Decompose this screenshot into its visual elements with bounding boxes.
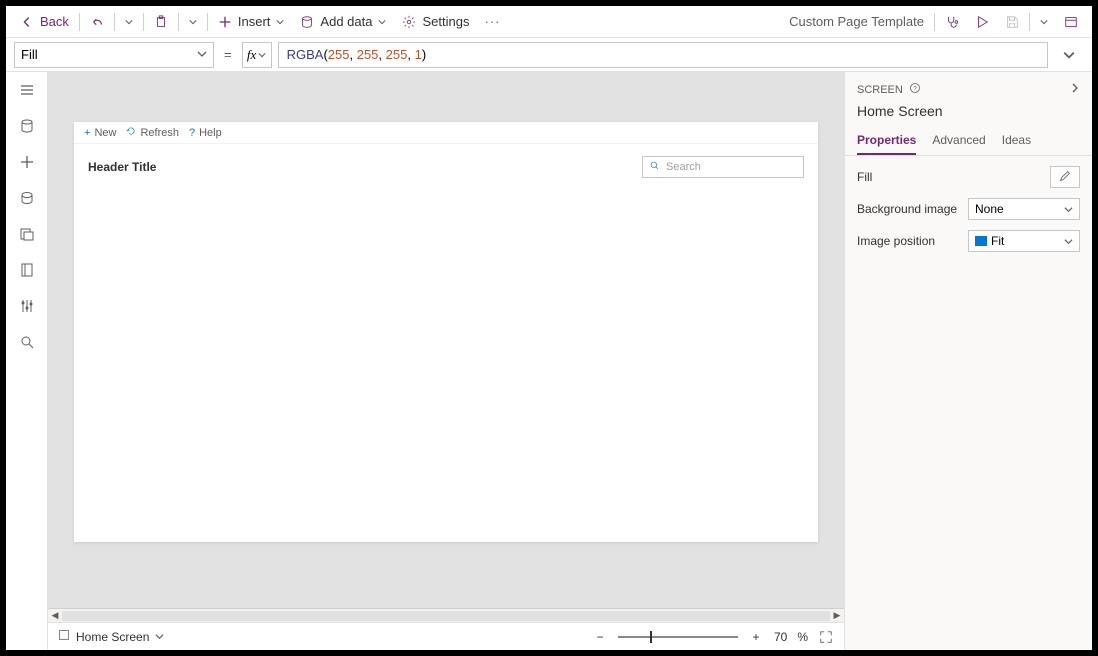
app-root: Back Insert [6, 6, 1092, 650]
panel-context: SCREEN [857, 84, 903, 96]
play-button[interactable] [967, 11, 997, 33]
command-bar: Back Insert [6, 6, 1092, 38]
svg-text:?: ? [913, 86, 917, 92]
zoom-value: 70 [774, 630, 787, 644]
nav-flows[interactable] [19, 226, 35, 242]
tab-ideas[interactable]: Ideas [1002, 127, 1031, 155]
paste-split[interactable] [181, 14, 205, 30]
save-split[interactable] [1032, 14, 1056, 30]
zoom-unit: % [797, 630, 808, 644]
prop-bgimage-label: Background image [857, 202, 957, 216]
undo-button[interactable] [82, 11, 112, 33]
help-icon[interactable]: ? [909, 82, 921, 97]
nav-search[interactable] [19, 334, 35, 350]
back-button[interactable]: Back [12, 10, 77, 33]
prop-bgimage-value: None [975, 202, 1004, 216]
property-picker-label: Fill [21, 47, 38, 62]
back-label: Back [40, 14, 69, 29]
search-placeholder: Search [666, 161, 701, 173]
fx-button[interactable]: fx [242, 42, 272, 68]
refresh-icon [126, 126, 136, 139]
save-button[interactable] [997, 11, 1027, 33]
fx-icon: fx [247, 47, 256, 63]
insert-button[interactable]: Insert [210, 10, 293, 33]
paste-button[interactable] [146, 11, 176, 33]
add-data-label: Add data [320, 14, 372, 29]
prop-imgpos-label: Image position [857, 234, 935, 248]
canvas-area: +New Refresh ?Help Header Title Search [48, 72, 844, 650]
canvas-new[interactable]: +New [84, 127, 116, 139]
canvas[interactable]: +New Refresh ?Help Header Title Search [74, 122, 818, 542]
panel-collapse[interactable] [1070, 83, 1080, 96]
tab-advanced[interactable]: Advanced [932, 127, 985, 155]
tab-properties[interactable]: Properties [857, 127, 916, 155]
prop-imgpos-select[interactable]: Fit [968, 230, 1080, 252]
stethoscope-icon [945, 15, 959, 29]
undo-icon [90, 15, 104, 29]
chevron-down-icon [378, 14, 386, 29]
header-title: Header Title [88, 160, 156, 174]
page-title: Custom Page Template [781, 14, 932, 29]
clipboard-icon [154, 15, 168, 29]
nav-data[interactable] [19, 118, 35, 134]
formula-fn: RGBA [287, 47, 324, 62]
status-bar: Home Screen − + 70 % [48, 622, 844, 650]
zoom-out-button[interactable]: − [592, 629, 608, 645]
nav-tools[interactable] [19, 298, 35, 314]
scroll-left-icon[interactable]: ◀ [48, 609, 62, 623]
panel-object-name: Home Screen [857, 97, 1080, 127]
equals-label: = [220, 47, 236, 62]
plus-icon [218, 15, 232, 29]
panel-tabs: Properties Advanced Ideas [845, 127, 1092, 156]
image-fit-icon [975, 236, 987, 246]
arrow-left-icon [20, 15, 34, 29]
color-picker-icon [1058, 169, 1072, 186]
publish-icon [1064, 15, 1078, 29]
publish-button[interactable] [1056, 11, 1086, 33]
prop-fill-label: Fill [857, 170, 872, 184]
zoom-slider[interactable] [618, 636, 738, 638]
canvas-search-input[interactable]: Search [642, 156, 804, 178]
property-picker[interactable]: Fill [14, 42, 214, 68]
add-data-button[interactable]: Add data [292, 10, 394, 33]
canvas-help[interactable]: ?Help [189, 127, 222, 139]
checker-button[interactable] [937, 11, 967, 33]
prop-bgimage-select[interactable]: None [968, 198, 1080, 220]
formula-expand[interactable] [1054, 42, 1084, 68]
chevron-down-icon [197, 47, 207, 62]
save-icon [1005, 15, 1019, 29]
h-scrollbar[interactable]: ◀ ▶ [48, 608, 844, 622]
prop-fill-value[interactable] [1050, 166, 1080, 188]
formula-bar: Fill = fx RGBA(255, 255, 255, 1) [6, 38, 1092, 72]
fit-button[interactable] [818, 629, 834, 645]
settings-button[interactable]: Settings [394, 10, 477, 33]
search-icon [649, 160, 660, 174]
ellipsis-icon: ··· [485, 15, 499, 29]
nav-tree[interactable] [19, 82, 35, 98]
more-button[interactable]: ··· [477, 11, 507, 33]
screen-name: Home Screen [76, 630, 149, 644]
zoom-in-button[interactable]: + [748, 629, 764, 645]
nav-variables[interactable] [19, 262, 35, 278]
prop-imgpos-value: Fit [991, 234, 1004, 248]
chevron-down-icon [276, 14, 284, 29]
screen-picker[interactable]: Home Screen [58, 629, 164, 644]
canvas-toolbar: +New Refresh ?Help [74, 122, 818, 144]
gear-icon [402, 15, 416, 29]
scroll-right-icon[interactable]: ▶ [830, 609, 844, 623]
database-icon [300, 15, 314, 29]
formula-input[interactable]: RGBA(255, 255, 255, 1) [278, 42, 1048, 68]
side-nav [6, 72, 48, 650]
play-icon [975, 15, 989, 29]
main-area: +New Refresh ?Help Header Title Search [6, 72, 1092, 650]
properties-panel: SCREEN ? Home Screen Properties Advanced… [844, 72, 1092, 650]
nav-media[interactable] [19, 190, 35, 206]
nav-insert[interactable] [19, 154, 35, 170]
undo-split[interactable] [117, 14, 141, 30]
screen-icon [58, 629, 70, 644]
insert-label: Insert [238, 14, 271, 29]
canvas-refresh[interactable]: Refresh [126, 126, 179, 139]
settings-label: Settings [422, 14, 469, 29]
